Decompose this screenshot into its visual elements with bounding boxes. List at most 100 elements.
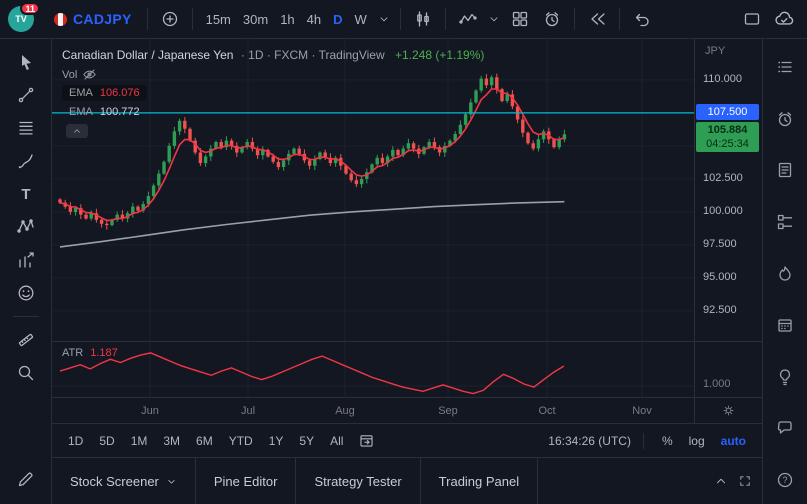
range-1y[interactable]: 1Y	[263, 431, 290, 451]
news-button[interactable]	[770, 158, 800, 183]
emoji-tool-button[interactable]	[11, 278, 41, 308]
undo-button[interactable]	[627, 4, 657, 34]
range-3m[interactable]: 3M	[157, 431, 186, 451]
divider	[618, 8, 620, 30]
tab-pine-editor[interactable]: Pine Editor	[196, 458, 297, 504]
ideas-button[interactable]	[770, 364, 800, 389]
chart-type-button[interactable]	[408, 4, 438, 34]
edit-tool-button[interactable]	[11, 464, 41, 494]
alert-button[interactable]	[537, 4, 567, 34]
price-axis[interactable]: JPY 110.000 102.500 100.000 97.500 95.000 92.…	[694, 39, 762, 341]
time-axis-labels: Jun Jul Aug Sep Oct Nov	[52, 398, 694, 423]
interval-30m[interactable]: 30m	[237, 8, 274, 31]
atr-legend[interactable]: ATR 1.187	[62, 347, 118, 359]
text-tool-button[interactable]: T	[11, 179, 41, 209]
range-all[interactable]: All	[324, 431, 349, 451]
interval-15m[interactable]: 15m	[200, 8, 237, 31]
add-symbol-button[interactable]	[155, 4, 185, 34]
interval-w[interactable]: W	[349, 8, 373, 31]
tab-trading-panel[interactable]: Trading Panel	[421, 458, 539, 504]
interval-4h[interactable]: 4h	[301, 8, 327, 31]
panel-maximize-button[interactable]	[736, 466, 754, 496]
drawing-toolbar: T	[0, 39, 52, 504]
range-buttons: 1D 5D 1M 3M 6M YTD 1Y 5Y All	[62, 431, 349, 451]
zoom-tool-button[interactable]	[11, 358, 41, 388]
symbol-search-button[interactable]: CADJPY	[46, 7, 140, 31]
help-button[interactable]: ?	[770, 468, 800, 493]
layout-grid-button[interactable]	[505, 4, 535, 34]
smiley-icon	[18, 285, 33, 301]
cloud-save-button[interactable]	[769, 4, 799, 34]
tab-label: Strategy Tester	[314, 473, 402, 489]
alert-price-badge[interactable]: 107.500	[696, 103, 759, 120]
tab-label: Stock Screener	[70, 473, 159, 489]
tab-stock-screener[interactable]: Stock Screener	[52, 458, 196, 504]
main-chart-pane[interactable]: JPY 110.000 102.500 100.000 97.500 95.000 92.…	[52, 39, 762, 341]
chart-column: JPY 110.000 102.500 100.000 97.500 95.000 92.…	[52, 39, 762, 504]
last-price-badge: 105.884 04:25:34	[696, 122, 759, 153]
trend-line-tool-button[interactable]	[11, 80, 41, 110]
fullscreen-button[interactable]	[737, 4, 767, 34]
time-axis-label: Aug	[335, 404, 355, 417]
log-scale-button[interactable]: log	[683, 431, 711, 451]
interval-1h[interactable]: 1h	[274, 8, 300, 31]
volume-indicator-row[interactable]: Vol	[62, 67, 484, 82]
pattern-tool-button[interactable]	[11, 212, 41, 242]
bar-replay-button[interactable]	[582, 4, 612, 34]
object-tree-button[interactable]	[770, 210, 800, 235]
interval-buttons: 15m 30m 1h 4h D W	[200, 8, 373, 31]
range-5y[interactable]: 5Y	[293, 431, 320, 451]
atr-axis[interactable]: 1.000	[694, 342, 762, 397]
undo-arrow-icon	[635, 13, 649, 27]
grid-layout-icon	[512, 11, 527, 27]
clock-label[interactable]: 16:34:26 (UTC)	[548, 434, 631, 448]
tab-strategy-tester[interactable]: Strategy Tester	[296, 458, 421, 504]
brush-tool-button[interactable]	[11, 146, 41, 176]
time-axis-label: Nov	[632, 404, 652, 417]
cursor-tool-button[interactable]	[11, 47, 41, 77]
calendar-button[interactable]	[770, 313, 800, 338]
watchlist-button[interactable]	[770, 55, 800, 80]
atr-indicator-pane[interactable]: 1.000 ATR 1.187	[52, 341, 762, 397]
watchlist-icon	[778, 61, 792, 73]
range-toolbar: 1D 5D 1M 3M 6M YTD 1Y 5Y All 16:34:26 (UTC) % lo…	[52, 423, 762, 457]
range-5d[interactable]: 5D	[93, 431, 120, 451]
alarm-clock-icon	[545, 12, 558, 27]
ema-indicator-row-1[interactable]: EMA 106.076	[62, 85, 147, 101]
ema-indicator-row-2[interactable]: EMA 100.772	[62, 104, 147, 120]
magnifier-icon	[18, 365, 33, 381]
symbol-title-row[interactable]: Canadian Dollar / Japanese Yen · 1D · FX…	[62, 48, 484, 62]
home-logo-button[interactable]: TV 11	[8, 2, 40, 32]
top-toolbar: TV 11 CADJPY 15m 30m 1h 4h D W	[0, 0, 807, 39]
indicators-button[interactable]	[453, 4, 483, 34]
chat-button[interactable]	[770, 416, 800, 441]
measure-tool-button[interactable]	[11, 325, 41, 355]
chat-bubble-icon	[777, 421, 792, 434]
ema-value: 106.076	[99, 87, 140, 99]
axis-settings-button[interactable]	[694, 398, 762, 423]
auto-scale-button[interactable]: auto	[715, 431, 752, 451]
time-axis[interactable]: Jun Jul Aug Sep Oct Nov	[52, 397, 762, 423]
range-1m[interactable]: 1M	[125, 431, 154, 451]
indicator-templates-button[interactable]	[485, 4, 503, 34]
percent-scale-button[interactable]: %	[656, 431, 679, 451]
range-1d[interactable]: 1D	[62, 431, 89, 451]
range-6m[interactable]: 6M	[190, 431, 219, 451]
fib-retracement-tool-button[interactable]	[11, 113, 41, 143]
range-ytd[interactable]: YTD	[223, 431, 259, 451]
eye-off-icon[interactable]	[82, 67, 97, 82]
forecast-tool-button[interactable]	[11, 245, 41, 275]
news-icon	[778, 163, 792, 178]
alerts-button[interactable]	[770, 107, 800, 132]
time-axis-label: Jul	[240, 404, 256, 417]
panel-collapse-button[interactable]	[712, 466, 730, 496]
atr-chart-canvas[interactable]	[52, 342, 694, 397]
interval-menu-button[interactable]	[375, 4, 393, 34]
tradingview-app: TV 11 CADJPY 15m 30m 1h 4h D W T JPY 110…	[0, 0, 807, 504]
legend-collapse-button[interactable]	[66, 124, 88, 138]
goto-date-button[interactable]	[353, 426, 379, 456]
interval-d[interactable]: D	[327, 8, 348, 31]
chevron-up-icon	[717, 478, 725, 484]
hotlists-button[interactable]	[770, 261, 800, 286]
divider	[146, 8, 148, 30]
